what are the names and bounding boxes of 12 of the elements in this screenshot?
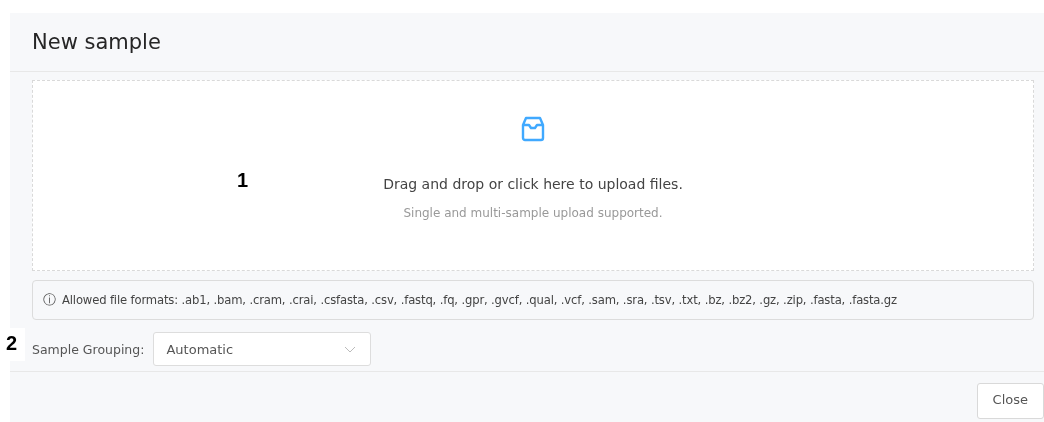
grouping-select[interactable]: Automatic (153, 332, 372, 366)
upload-prompt: Drag and drop or click here to upload files. (383, 176, 683, 192)
info-icon: ⓘ (43, 291, 56, 309)
alert-text: Allowed file formats: .ab1, .bam, .cram, .crai, .csfasta, .csv, .fastq, .fq, .gpr, .gvcf, .qual, .vcf, .sam, .sra, .tsv, .txt, .bz, .bz2, .gz, .zip, .fasta, .fasta.gz (62, 293, 897, 307)
close-button[interactable]: Close (976, 383, 1044, 419)
dialog-title: New sample (32, 30, 161, 54)
chevron-down-icon (344, 345, 357, 353)
field-label: Sample Grouping: (32, 341, 145, 357)
upload-dropzone[interactable]: 1 Drag and drop or click here to upload files. Single and multi-sample upload supported. (32, 80, 1034, 271)
inbox-icon (520, 116, 546, 142)
annotation-marker: 2 (3, 328, 26, 361)
upload-hint: Single and multi-sample upload supported. (403, 206, 663, 220)
